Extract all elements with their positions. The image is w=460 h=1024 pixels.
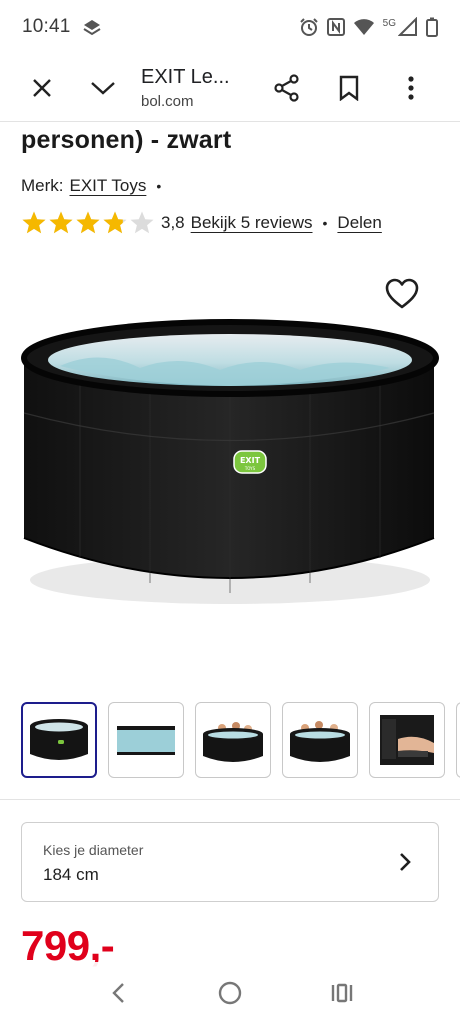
reviews-link[interactable]: Bekijk 5 reviews [191,213,313,233]
share-icon [274,73,299,102]
star-icon [49,211,73,234]
status-icons: 5G [299,17,438,37]
share-button[interactable] [265,66,309,110]
status-bar: 10:41 5G [0,0,460,54]
star-icon [103,211,127,234]
page-title-block[interactable]: EXIT Le... bol.com [141,66,251,110]
page-host: bol.com [141,92,194,110]
nav-recents-button[interactable] [322,973,362,1013]
wifi-icon [353,18,375,36]
heart-icon [385,278,419,309]
diameter-value: 184 cm [43,865,99,884]
recents-icon [331,983,353,1003]
exit-logo: EXIT TOYS [233,450,267,474]
section-divider [0,799,460,800]
brand-row: Merk: EXIT Toys • [21,176,161,196]
back-icon [112,983,124,1003]
alarm-icon [299,17,319,37]
home-icon [218,981,242,1005]
rating-row: 3,8 Bekijk 5 reviews • Delen [21,210,382,236]
more-options-button[interactable] [389,66,433,110]
separator-dot: • [322,215,328,231]
status-time: 10:41 [22,16,71,37]
brand-link[interactable]: EXIT Toys [70,176,147,196]
chevron-right-icon [400,853,411,871]
nav-back-button[interactable] [98,973,138,1013]
bookmark-button[interactable] [327,66,371,110]
diameter-selector[interactable]: Kies je diameter 184 cm [21,822,439,902]
product-image[interactable]: EXIT TOYS [20,318,440,608]
thumbnail-3[interactable] [195,702,271,778]
battery-icon [426,17,438,37]
rating-value: 3,8 [161,213,185,232]
page-info-button[interactable] [81,66,125,110]
diameter-label: Kies je diameter [43,842,144,858]
nfc-icon [326,18,345,36]
thumbnail-6-partial[interactable] [456,702,460,778]
star-icon [76,211,100,234]
product-title: personen) - zwart [21,126,232,154]
chevron-down-icon [91,81,115,95]
star-icon [22,211,46,234]
signal-icon [398,17,418,37]
share-link[interactable]: Delen [337,213,381,233]
nav-home-button[interactable] [210,973,250,1013]
thumbnail-2[interactable] [108,702,184,778]
page-title: EXIT Le... [141,65,230,88]
bookmark-icon [339,75,359,101]
wishlist-button[interactable] [384,276,420,312]
more-vert-icon [408,75,414,100]
svg-text:TOYS: TOYS [244,466,256,471]
svg-text:EXIT: EXIT [240,456,261,465]
close-icon [33,78,51,97]
thumbnail-4[interactable] [282,702,358,778]
thumbnail-1[interactable] [21,702,97,778]
brand-label: Merk: [21,176,64,195]
rating-stars [21,210,155,236]
notification-stack-icon [81,16,103,38]
thumbnail-strip [21,702,460,778]
thumbnail-5[interactable] [369,702,445,778]
browser-toolbar: EXIT Le... bol.com [0,54,460,122]
star-icon [130,211,154,234]
network-type-label: 5G [382,17,396,29]
separator-dot: • [156,178,162,194]
close-button[interactable] [20,66,64,110]
system-nav-bar [0,962,460,1024]
